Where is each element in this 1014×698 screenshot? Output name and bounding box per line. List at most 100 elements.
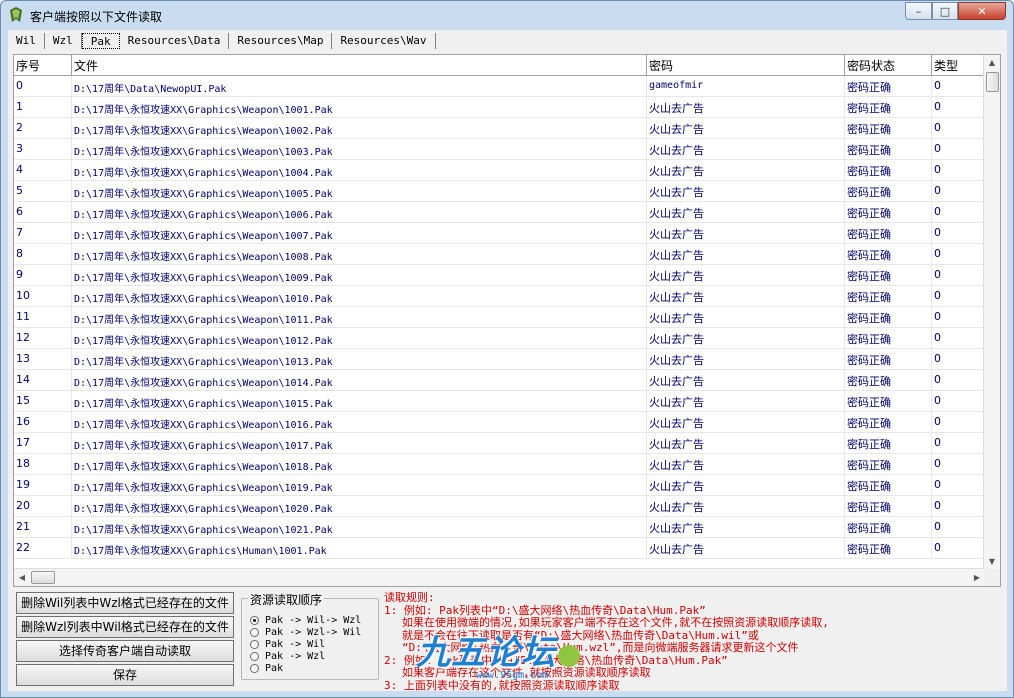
table-row[interactable]: 21 D:\17周年\永恒攻速XX\Graphics\Weapon\1021.Pa…	[14, 517, 985, 538]
load-order-radio[interactable]: Pak	[250, 662, 361, 674]
column-header-type[interactable]: 类型	[932, 55, 985, 75]
table-row[interactable]: 5 D:\17周年\永恒攻速XX\Graphics\Weapon\1005.Pak…	[14, 181, 985, 202]
cell-password: 火山去广告	[647, 538, 845, 558]
horizontal-scroll-thumb[interactable]	[31, 571, 55, 584]
forum-watermark: 九五论坛	[416, 631, 580, 673]
close-button[interactable]: ✕	[958, 2, 1006, 20]
radio-unchecked-icon[interactable]	[250, 663, 259, 673]
tab-wil[interactable]: Wil	[14, 33, 45, 49]
table-row[interactable]: 19 D:\17周年\永恒攻速XX\Graphics\Weapon\1019.Pa…	[14, 475, 985, 496]
save-button[interactable]: 保存	[16, 664, 234, 686]
cell-type: 0	[932, 97, 985, 117]
scroll-up-icon[interactable]: ▲	[984, 55, 1000, 71]
radio-checked-icon[interactable]	[250, 615, 259, 625]
cell-index: 21	[14, 517, 72, 537]
vertical-scroll-thumb[interactable]	[986, 72, 999, 92]
cell-file: D:\17周年\永恒攻速XX\Graphics\Weapon\1008.Pak	[72, 244, 647, 264]
cell-password: 火山去广告	[647, 517, 845, 537]
table-row[interactable]: 18 D:\17周年\永恒攻速XX\Graphics\Weapon\1018.Pa…	[14, 454, 985, 475]
tab-wzl[interactable]: Wzl	[45, 33, 82, 49]
cell-password-status: 密码正确	[845, 244, 932, 264]
load-order-radio[interactable]: Pak -> Wzl-> Wil	[250, 626, 361, 638]
table-row[interactable]: 20 D:\17周年\永恒攻速XX\Graphics\Weapon\1020.Pa…	[14, 496, 985, 517]
table-row[interactable]: 0 D:\17周年\Data\NewopUI.Pak gameofmir 密码正确 0	[14, 76, 985, 97]
cell-password-status: 密码正确	[845, 286, 932, 306]
cell-file: D:\17周年\永恒攻速XX\Graphics\Weapon\1012.Pak	[72, 328, 647, 348]
watermark-url: www.95gm.com	[476, 670, 549, 681]
cell-file: D:\17周年\永恒攻速XX\Graphics\Weapon\1009.Pak	[72, 265, 647, 285]
scroll-left-icon[interactable]: ◀	[14, 569, 30, 586]
table-row[interactable]: 10 D:\17周年\永恒攻速XX\Graphics\Weapon\1010.Pa…	[14, 286, 985, 307]
table-row[interactable]: 11 D:\17周年\永恒攻速XX\Graphics\Weapon\1011.Pa…	[14, 307, 985, 328]
cell-password-status: 密码正确	[845, 349, 932, 369]
table-row[interactable]: 22 D:\17周年\永恒攻速XX\Graphics\Human\1001.Pak…	[14, 538, 985, 559]
cell-index: 20	[14, 496, 72, 516]
rule-line: 如果在使用微端的情况,如果玩家客户端不存在这个文件,就不在按照资源读取顺序读取,	[402, 616, 829, 629]
cell-file: D:\17周年\永恒攻速XX\Graphics\Weapon\1017.Pak	[72, 433, 647, 453]
scroll-down-icon[interactable]: ▼	[984, 554, 1000, 570]
load-order-title: 资源读取顺序	[248, 591, 325, 608]
tab-resources-data[interactable]: Resources\Data	[120, 33, 230, 49]
table-row[interactable]: 6 D:\17周年\永恒攻速XX\Graphics\Weapon\1006.Pak…	[14, 202, 985, 223]
cell-password: 火山去广告	[647, 307, 845, 327]
scroll-right-icon[interactable]: ▶	[969, 569, 985, 586]
column-header-password[interactable]: 密码	[647, 55, 845, 75]
maximize-icon: □	[939, 4, 951, 18]
tab-resources-map[interactable]: Resources\Map	[229, 33, 333, 49]
cell-type: 0	[932, 139, 985, 159]
client-area: Wil Wzl Pak Resources\Data Resources\Map…	[8, 30, 1007, 691]
table-row[interactable]: 16 D:\17周年\永恒攻速XX\Graphics\Weapon\1016.Pa…	[14, 412, 985, 433]
auto-read-client-button[interactable]: 选择传奇客户端自动读取	[16, 640, 234, 662]
table-row[interactable]: 1 D:\17周年\永恒攻速XX\Graphics\Weapon\1001.Pak…	[14, 97, 985, 118]
cell-password-status: 密码正确	[845, 517, 932, 537]
column-header-index[interactable]: 序号	[14, 55, 72, 75]
table-row[interactable]: 14 D:\17周年\永恒攻速XX\Graphics\Weapon\1014.Pa…	[14, 370, 985, 391]
table-row[interactable]: 12 D:\17周年\永恒攻速XX\Graphics\Weapon\1012.Pa…	[14, 328, 985, 349]
table-row[interactable]: 3 D:\17周年\永恒攻速XX\Graphics\Weapon\1003.Pak…	[14, 139, 985, 160]
tab-resources-wav[interactable]: Resources\Wav	[332, 33, 436, 49]
cell-type: 0	[932, 307, 985, 327]
table-row[interactable]: 9 D:\17周年\永恒攻速XX\Graphics\Weapon\1009.Pak…	[14, 265, 985, 286]
cell-file: D:\17周年\永恒攻速XX\Graphics\Weapon\1014.Pak	[72, 370, 647, 390]
cell-password: 火山去广告	[647, 391, 845, 411]
main-window: 客户端按照以下文件读取 – □ ✕ Wil Wzl Pak Resources\…	[0, 0, 1014, 698]
load-order-radio[interactable]: Pak -> Wil-> Wzl	[250, 614, 361, 626]
horizontal-scrollbar[interactable]: ◀ ▶	[14, 568, 985, 586]
load-order-radio[interactable]: Pak -> Wzl	[250, 650, 361, 662]
cell-password-status: 密码正确	[845, 181, 932, 201]
radio-unchecked-icon[interactable]	[250, 627, 259, 637]
cell-index: 11	[14, 307, 72, 327]
maximize-button[interactable]: □	[932, 2, 958, 20]
minimize-button[interactable]: –	[905, 2, 932, 20]
tab-pak[interactable]: Pak	[81, 33, 120, 49]
cell-password-status: 密码正确	[845, 328, 932, 348]
delete-wil-dupes-in-wzl-button[interactable]: 删除Wzl列表中Wil格式已经存在的文件	[16, 616, 234, 638]
table-row[interactable]: 15 D:\17周年\永恒攻速XX\Graphics\Weapon\1015.Pa…	[14, 391, 985, 412]
cell-index: 7	[14, 223, 72, 243]
table-row[interactable]: 4 D:\17周年\永恒攻速XX\Graphics\Weapon\1004.Pak…	[14, 160, 985, 181]
table-row[interactable]: 2 D:\17周年\永恒攻速XX\Graphics\Weapon\1002.Pak…	[14, 118, 985, 139]
load-order-radio[interactable]: Pak -> Wil	[250, 638, 361, 650]
title-bar[interactable]: 客户端按照以下文件读取 – □ ✕	[1, 1, 1013, 29]
cell-password: 火山去广告	[647, 412, 845, 432]
cell-file: D:\17周年\永恒攻速XX\Graphics\Weapon\1001.Pak	[72, 97, 647, 117]
radio-unchecked-icon[interactable]	[250, 651, 259, 661]
table-row[interactable]: 17 D:\17周年\永恒攻速XX\Graphics\Weapon\1017.Pa…	[14, 433, 985, 454]
cell-file: D:\17周年\永恒攻速XX\Graphics\Weapon\1018.Pak	[72, 454, 647, 474]
cell-password: gameofmir	[647, 76, 845, 96]
cell-type: 0	[932, 286, 985, 306]
column-header-file[interactable]: 文件	[72, 55, 647, 75]
table-row[interactable]: 8 D:\17周年\永恒攻速XX\Graphics\Weapon\1008.Pak…	[14, 244, 985, 265]
table-row[interactable]: 13 D:\17周年\永恒攻速XX\Graphics\Weapon\1013.Pa…	[14, 349, 985, 370]
cell-file: D:\17周年\永恒攻速XX\Graphics\Weapon\1006.Pak	[72, 202, 647, 222]
radio-unchecked-icon[interactable]	[250, 639, 259, 649]
cell-index: 19	[14, 475, 72, 495]
vertical-scrollbar[interactable]: ▲ ▼	[983, 55, 1000, 570]
file-grid[interactable]: 序号 文件 密码 密码状态 类型 0 D:\17周年\Data\NewopUI.P…	[13, 54, 1001, 587]
cell-index: 6	[14, 202, 72, 222]
column-header-password-status[interactable]: 密码状态	[845, 55, 932, 75]
delete-wzl-dupes-in-wil-button[interactable]: 删除Wil列表中Wzl格式已经存在的文件	[16, 592, 234, 614]
cell-index: 14	[14, 370, 72, 390]
table-row[interactable]: 7 D:\17周年\永恒攻速XX\Graphics\Weapon\1007.Pak…	[14, 223, 985, 244]
cell-type: 0	[932, 370, 985, 390]
